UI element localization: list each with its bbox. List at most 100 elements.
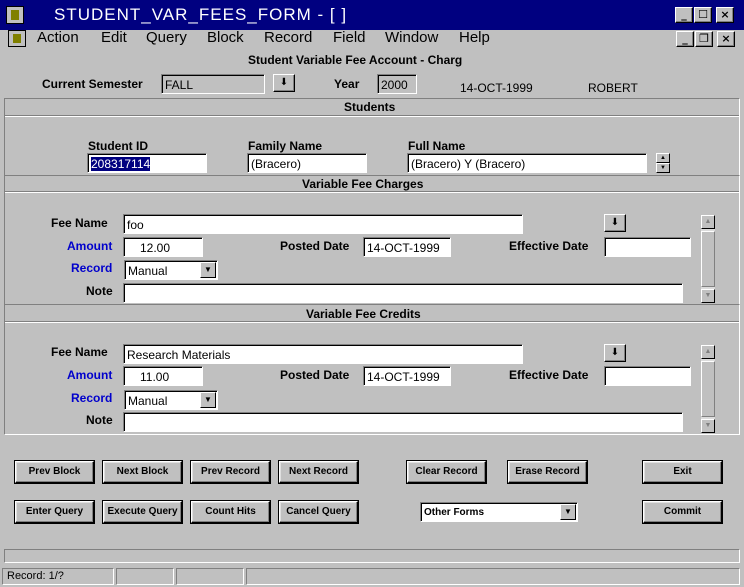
students-divider xyxy=(5,115,739,117)
app-icon[interactable] xyxy=(6,6,24,24)
other-forms-select[interactable]: Other Forms ▼ xyxy=(420,502,578,522)
charge-effective-date-field[interactable] xyxy=(604,237,691,257)
document-icon[interactable] xyxy=(8,30,26,47)
family-name-label: Family Name xyxy=(248,139,323,153)
mdi-restore-button[interactable]: ❐ xyxy=(695,31,713,47)
students-record-scroller[interactable]: ▲ ▼ xyxy=(656,153,670,173)
scroll-thumb[interactable] xyxy=(701,361,715,417)
charge-posted-date-field[interactable]: 14-OCT-1999 xyxy=(363,237,451,257)
student-id-field[interactable]: 208317114 xyxy=(87,153,207,173)
form-title: Student Variable Fee Account - Charg xyxy=(248,53,463,67)
full-name-field[interactable]: (Bracero) Y (Bracero) xyxy=(407,153,647,173)
semester-list-button[interactable]: ⬇ xyxy=(273,74,295,92)
student-id-label: Student ID xyxy=(88,139,148,153)
record-indicator: Record: 1/? xyxy=(2,568,114,585)
semester-field[interactable]: FALL xyxy=(161,74,265,94)
minimize-button[interactable]: _ xyxy=(675,7,693,23)
menu-query[interactable]: Query xyxy=(146,29,187,46)
execute-query-button[interactable]: Execute Query xyxy=(102,500,183,524)
charge-fee-name-label: Fee Name xyxy=(51,216,108,230)
charge-record-label: Record xyxy=(71,261,113,275)
next-record-button[interactable]: Next Record xyxy=(278,460,359,484)
chevron-down-icon[interactable]: ▼ xyxy=(200,392,216,408)
charge-effective-date-label: Effective Date xyxy=(509,239,589,253)
scroll-thumb[interactable] xyxy=(701,231,715,287)
scroll-down-icon[interactable]: ▼ xyxy=(656,163,670,173)
mdi-minimize-button[interactable]: _ xyxy=(676,31,694,47)
credit-fee-name-field[interactable]: Research Materials xyxy=(123,344,523,364)
credits-section-title: Variable Fee Credits xyxy=(306,307,421,321)
exit-button[interactable]: Exit xyxy=(642,460,723,484)
other-forms-value: Other Forms xyxy=(424,507,485,518)
menu-record[interactable]: Record xyxy=(264,29,312,46)
credit-record-label: Record xyxy=(71,391,113,405)
credit-fee-name-label: Fee Name xyxy=(51,345,108,359)
charges-divider xyxy=(5,191,739,193)
maximize-button[interactable]: ☐ xyxy=(694,7,712,23)
message-line xyxy=(4,549,740,563)
charge-posted-date-label: Posted Date xyxy=(280,239,350,253)
mdi-close-button[interactable]: × xyxy=(717,31,735,47)
credit-record-select[interactable]: Manual ▼ xyxy=(124,390,218,410)
charge-note-field[interactable] xyxy=(123,283,683,303)
charges-section-title: Variable Fee Charges xyxy=(302,177,424,191)
clear-record-button[interactable]: Clear Record xyxy=(406,460,487,484)
chevron-down-icon[interactable]: ▼ xyxy=(560,504,576,520)
status-cell xyxy=(246,568,740,585)
count-hits-button[interactable]: Count Hits xyxy=(190,500,271,524)
erase-record-button[interactable]: Erase Record xyxy=(507,460,588,484)
title-bar: STUDENT_VAR_FEES_FORM - [ ] _ ☐ × xyxy=(0,0,744,30)
credits-scrollbar[interactable]: ▲ ▼ xyxy=(700,344,716,434)
full-name-label: Full Name xyxy=(408,139,466,153)
credit-amount-label: Amount xyxy=(67,368,113,382)
menu-block[interactable]: Block xyxy=(207,29,244,46)
credit-note-label: Note xyxy=(86,413,113,427)
credit-amount-field[interactable]: 11.00 xyxy=(123,366,203,386)
credit-record-value: Manual xyxy=(128,394,168,408)
charge-fee-name-field[interactable]: foo xyxy=(123,214,523,234)
close-button[interactable]: × xyxy=(716,7,734,23)
charge-fee-list-button[interactable]: ⬇ xyxy=(604,214,626,232)
charge-amount-label: Amount xyxy=(67,239,113,253)
enter-query-button[interactable]: Enter Query xyxy=(14,500,95,524)
credit-fee-list-button[interactable]: ⬇ xyxy=(604,344,626,362)
menu-bar: Action Edit Query Block Record Field Win… xyxy=(0,29,744,49)
scroll-down-icon[interactable]: ▼ xyxy=(701,289,715,303)
students-section-title: Students xyxy=(344,100,396,114)
charge-record-select[interactable]: Manual ▼ xyxy=(124,260,218,280)
chevron-down-icon[interactable]: ▼ xyxy=(200,262,216,278)
cancel-query-button[interactable]: Cancel Query xyxy=(278,500,359,524)
credit-posted-date-label: Posted Date xyxy=(280,368,350,382)
commit-button[interactable]: Commit xyxy=(642,500,723,524)
menu-help[interactable]: Help xyxy=(459,29,490,46)
scroll-up-icon[interactable]: ▲ xyxy=(701,345,715,359)
credit-posted-date-field[interactable]: 14-OCT-1999 xyxy=(363,366,451,386)
charge-note-label: Note xyxy=(86,284,113,298)
menu-edit[interactable]: Edit xyxy=(101,29,127,46)
student-id-value: 208317114 xyxy=(91,157,151,171)
menu-action[interactable]: Action xyxy=(37,29,79,46)
credit-effective-date-label: Effective Date xyxy=(509,368,589,382)
scroll-up-icon[interactable]: ▲ xyxy=(656,153,670,163)
charges-scrollbar[interactable]: ▲ ▼ xyxy=(700,214,716,304)
scroll-up-icon[interactable]: ▲ xyxy=(701,215,715,229)
status-cell xyxy=(116,568,174,585)
next-block-button[interactable]: Next Block xyxy=(102,460,183,484)
prev-block-button[interactable]: Prev Block xyxy=(14,460,95,484)
menu-window[interactable]: Window xyxy=(385,29,438,46)
credit-effective-date-field[interactable] xyxy=(604,366,691,386)
semester-label: Current Semester xyxy=(42,77,143,91)
scroll-down-icon[interactable]: ▼ xyxy=(701,419,715,433)
prev-record-button[interactable]: Prev Record xyxy=(190,460,271,484)
family-name-field[interactable]: (Bracero) xyxy=(247,153,367,173)
menu-field[interactable]: Field xyxy=(333,29,366,46)
current-user: ROBERT xyxy=(588,81,638,95)
charge-record-value: Manual xyxy=(128,264,168,278)
year-label: Year xyxy=(334,77,360,91)
status-cell xyxy=(176,568,244,585)
charge-amount-field[interactable]: 12.00 xyxy=(123,237,203,257)
year-field[interactable]: 2000 xyxy=(377,74,417,94)
current-date: 14-OCT-1999 xyxy=(460,81,533,95)
status-bar: Record: 1/? xyxy=(0,566,744,587)
credit-note-field[interactable] xyxy=(123,412,683,432)
